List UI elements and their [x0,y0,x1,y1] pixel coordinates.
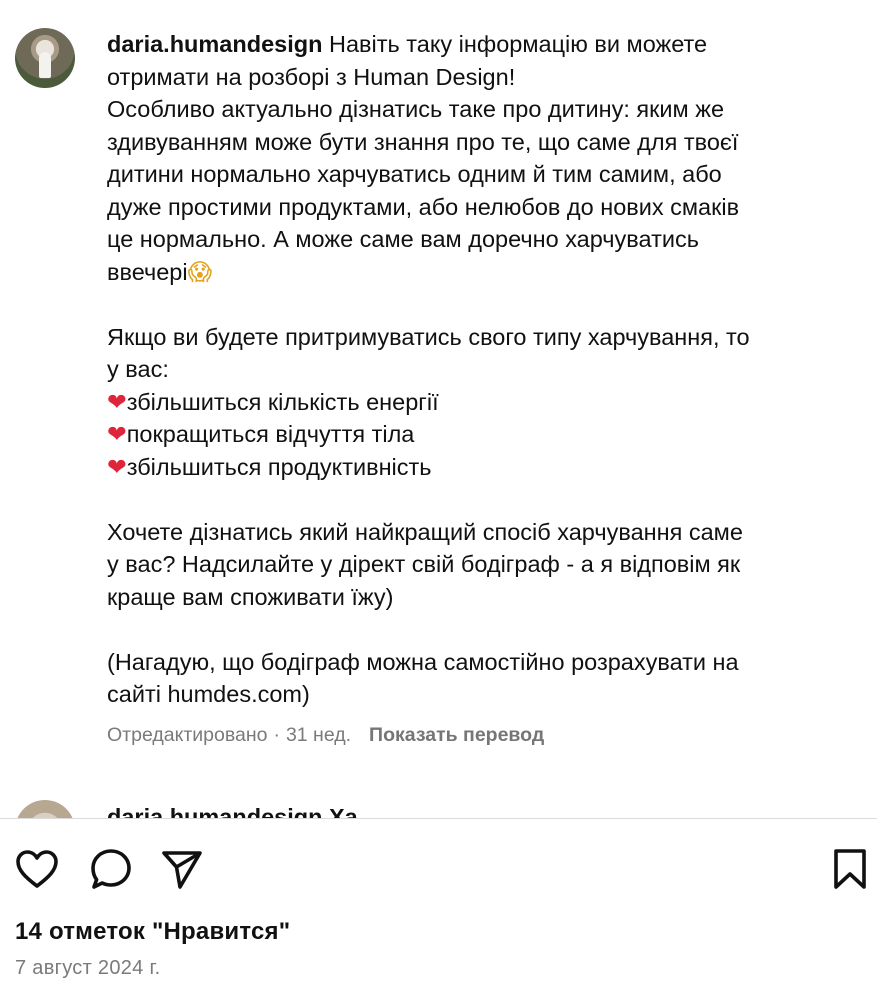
comment-paragraph-note: (Нагадую, що бодіграф можна самостійно р… [107,648,739,708]
scream-emoji-icon: 😱 [187,257,213,286]
comments-section: daria.humandesign Навіть таку інформацію… [0,0,877,818]
likes-count[interactable]: 14 отметок "Нравится" [15,918,290,946]
like-button[interactable] [13,845,61,893]
share-button[interactable] [158,845,206,893]
comment-paragraph-benefits: Якщо ви будете притримуватись свого типу… [107,321,852,484]
save-button[interactable] [826,845,874,893]
post-date: 7 август 2024 г. [15,957,161,979]
benefit-item: покращиться відчуття тіла [126,421,415,447]
bookmark-icon [834,849,866,889]
heart-emoji-icon: ❤ [107,387,127,416]
heart-outline-icon [16,850,58,888]
comment-body: daria.humandesign Навіть таку інформацію… [107,28,852,747]
comment-username[interactable]: daria.humandesign [107,31,322,57]
comment-paragraph-intro: daria.humandesign Навіть таку інформацію… [107,28,852,288]
benefits-lead-text: Якщо ви будете притримуватись свого типу… [107,323,750,383]
heart-emoji-icon: ❤ [107,420,127,448]
heart-emoji-icon: ❤ [107,452,127,481]
edited-label: Отредактировано [107,723,268,746]
benefit-item: збільшиться продуктивність [126,453,432,480]
comment-paragraph-cta: Хочете дізнатись який найкращий спосіб х… [107,518,743,610]
comment-bubble-icon [91,849,131,889]
avatar[interactable] [15,28,75,88]
post-action-bar [0,819,877,919]
comment-age[interactable]: 31 нед. [286,723,351,747]
paper-plane-icon [162,851,202,889]
avatar[interactable] [15,800,75,818]
comment-meta: Отредактировано · 31 нед. Показать перев… [107,723,852,747]
next-comment-text: daria.humandesign Ха [107,804,358,818]
comment-intro-text: Навіть таку інформацію ви можете отримат… [107,31,740,285]
meta-separator: · [273,723,280,746]
benefit-item: збільшиться кількість енергії [126,388,439,415]
next-comment: daria.humandesign Ха [15,800,865,818]
comment-button[interactable] [87,845,135,893]
show-translation-button[interactable]: Показать перевод [369,723,544,747]
